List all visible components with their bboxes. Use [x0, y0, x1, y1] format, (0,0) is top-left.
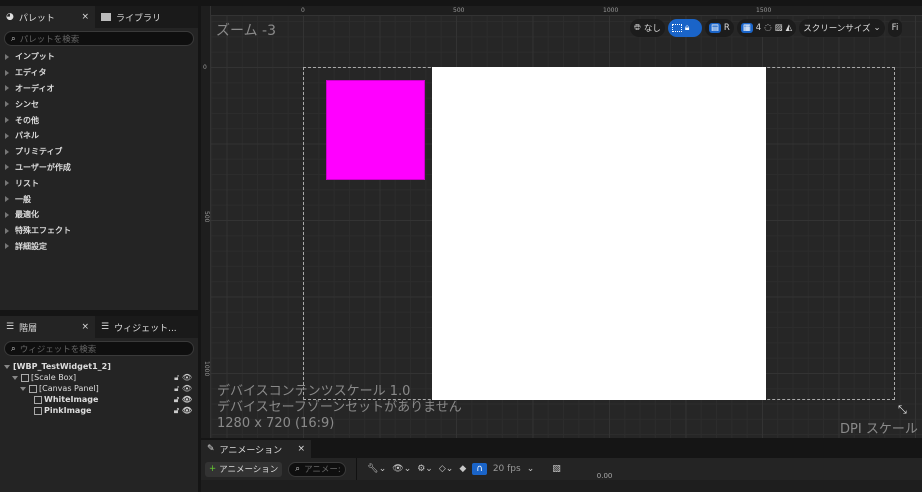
grid-icon: ▦	[740, 23, 753, 33]
palette-category[interactable]: リスト	[0, 175, 198, 191]
palette-category[interactable]: エディタ	[0, 65, 198, 81]
lock-icon: 🔒︎	[684, 23, 690, 33]
lock-eye-icon[interactable]: 🔓︎ 👁︎	[174, 395, 192, 405]
list-icon: ☰	[6, 322, 15, 332]
lock-eye-icon[interactable]: 🔓︎ 👁︎	[174, 406, 192, 416]
horizontal-ruler: 0 500 1000 1500	[201, 6, 922, 16]
plus-icon: +	[209, 464, 217, 474]
dotted-rect-icon	[671, 24, 682, 32]
expand-arrow-icon	[5, 101, 9, 108]
add-animation-button[interactable]: + アニメーション	[205, 461, 283, 477]
key-icon[interactable]: ◇⌄	[439, 464, 453, 474]
palette-category[interactable]: 詳細設定	[0, 239, 198, 255]
expand-arrow-icon	[5, 69, 9, 76]
tree-item-root[interactable]: [WBP_TestWidget1_2]	[0, 361, 198, 372]
image-icon	[34, 395, 42, 404]
tree-item-pink-image[interactable]: PinkImage 🔓︎ 👁︎	[0, 405, 198, 416]
widget-search-input[interactable]: ⌕ ウィジェットを検索	[4, 341, 194, 356]
pink-image[interactable]	[326, 80, 425, 180]
chevron-down-icon: ⌄	[526, 464, 535, 474]
close-icon[interactable]: ×	[81, 12, 89, 22]
palette-category[interactable]: 最適化	[0, 207, 198, 223]
tree-item-scale-box[interactable]: [Scale Box] 🔓︎ 👁︎	[0, 372, 198, 383]
safe-zone-lock-toggle[interactable]: 🔒︎	[667, 19, 702, 37]
close-icon[interactable]: ×	[297, 444, 305, 454]
pin-icon: ✎	[207, 444, 215, 454]
search-icon: ⌕	[295, 464, 301, 474]
palette-category[interactable]: ユーザーが作成	[0, 160, 198, 176]
close-icon[interactable]: ×	[81, 322, 89, 332]
canvas-icon	[29, 384, 37, 393]
grid-snap-toggle[interactable]: ▦ 4 ◌ ▨ ◭	[736, 19, 797, 37]
expand-arrow-icon	[5, 85, 9, 92]
viewport-info: デバイスコンテンツスケール 1.0 デバイスセーフゾーンセットがありません 12…	[217, 384, 462, 431]
keyframe-icon[interactable]: ◆	[459, 464, 466, 474]
dpi-scale-label: DPI スケール	[840, 422, 918, 437]
palette-category[interactable]: シンセ	[0, 96, 198, 112]
globe-icon: 🌐︎	[634, 23, 641, 33]
expand-arrow-icon	[5, 196, 9, 203]
wrench-icon[interactable]: 🔧︎⌄	[367, 464, 386, 474]
tree-item-white-image[interactable]: WhiteImage 🔓︎ 👁︎	[0, 394, 198, 405]
tab-widgets[interactable]: ☰ ウィジェット...	[95, 316, 183, 338]
layout-icon: ▤	[708, 23, 721, 33]
animation-panel: ✎ アニメーション × + アニメーション ⌕ アニメー: 🔧︎⌄ 👁︎⌄ ⚙︎⌄ ◇⌄…	[201, 440, 922, 492]
tab-animation[interactable]: ✎ アニメーション ×	[201, 440, 311, 458]
list-icon: ☰	[101, 322, 110, 332]
localization-button[interactable]: 🌐︎ なし	[630, 19, 665, 37]
palette-panel: ◕ パレット × ライブラリ ⌕ パレットを検索 インプット エディタ オーディオ シンセそ…	[0, 6, 198, 310]
curve-editor-icon[interactable]: ▧	[552, 464, 561, 474]
palette-icon: ◕	[6, 12, 14, 22]
tree-item-canvas-panel[interactable]: [Canvas Panel] 🔓︎ 👁︎	[0, 383, 198, 394]
expand-arrow-icon	[5, 227, 9, 234]
palette-search-input[interactable]: ⌕ パレットを検索	[4, 31, 194, 46]
eye-icon[interactable]: 👁︎⌄	[392, 464, 411, 474]
outline-icon: ◌	[764, 23, 772, 33]
screen-size-dropdown[interactable]: スクリーンサイズ ⌄	[799, 19, 885, 37]
expand-arrow-icon	[5, 53, 9, 60]
expand-arrow-icon	[5, 148, 9, 155]
time-readout: 0.00	[596, 472, 613, 480]
tab-hierarchy[interactable]: ☰ 階層 ×	[0, 316, 95, 338]
palette-category[interactable]: プリミティブ	[0, 144, 198, 160]
tab-library[interactable]: ライブラリ	[95, 6, 167, 28]
respect-locks-toggle[interactable]: ▤ R	[704, 19, 734, 37]
scale-box-icon	[21, 373, 29, 382]
lock-eye-icon[interactable]: 🔓︎ 👁︎	[174, 384, 192, 394]
hierarchy-panel: ☰ 階層 × ☰ ウィジェット... ⌕ ウィジェットを検索 [WBP_TestWidg…	[0, 316, 198, 492]
transform-icon[interactable]: ⚙︎⌄	[417, 464, 433, 474]
image-icon	[34, 406, 42, 415]
lock-eye-icon[interactable]: 🔓︎ 👁︎	[174, 373, 192, 383]
palette-category[interactable]: 一般	[0, 191, 198, 207]
search-icon: ⌕	[11, 33, 16, 44]
fill-screen-dropdown[interactable]: Fi	[887, 19, 903, 37]
expand-arrow-icon	[5, 117, 9, 124]
palette-category[interactable]: パネル	[0, 128, 198, 144]
fps-dropdown[interactable]: 20 fps	[493, 464, 521, 474]
expand-arrow-icon	[5, 243, 9, 250]
palette-category[interactable]: インプット	[0, 49, 198, 65]
animation-search-input[interactable]: ⌕ アニメー:	[288, 461, 347, 477]
search-icon: ⌕	[11, 343, 16, 354]
white-image[interactable]	[432, 67, 766, 400]
vertical-ruler: 0 500 1000	[201, 6, 211, 438]
chevron-down-icon: ⌄	[873, 23, 881, 33]
viewport-toolbar: 🌐︎ なし 🔒︎ ▤ R ▦ 4 ◌ ▨ ◭ スクリーンサイズ ⌄ Fi	[630, 19, 903, 37]
palette-category[interactable]: 特殊エフェクト	[0, 223, 198, 239]
expand-arrow-icon	[5, 164, 9, 171]
palette-category[interactable]: オーディオ	[0, 81, 198, 97]
zoom-level: ズーム -3	[216, 23, 276, 39]
expand-arrow-icon	[5, 180, 9, 187]
mirror-icon: ◭	[785, 23, 793, 33]
resize-handle-icon[interactable]: ⤡	[898, 403, 907, 417]
expand-arrow-icon	[5, 211, 9, 218]
folder-icon	[101, 13, 111, 21]
image-icon: ▨	[774, 23, 783, 33]
palette-category[interactable]: その他	[0, 112, 198, 128]
magnet-icon[interactable]: ∩	[472, 463, 487, 475]
tab-palette[interactable]: ◕ パレット ×	[0, 6, 95, 28]
expand-arrow-icon	[5, 132, 9, 139]
